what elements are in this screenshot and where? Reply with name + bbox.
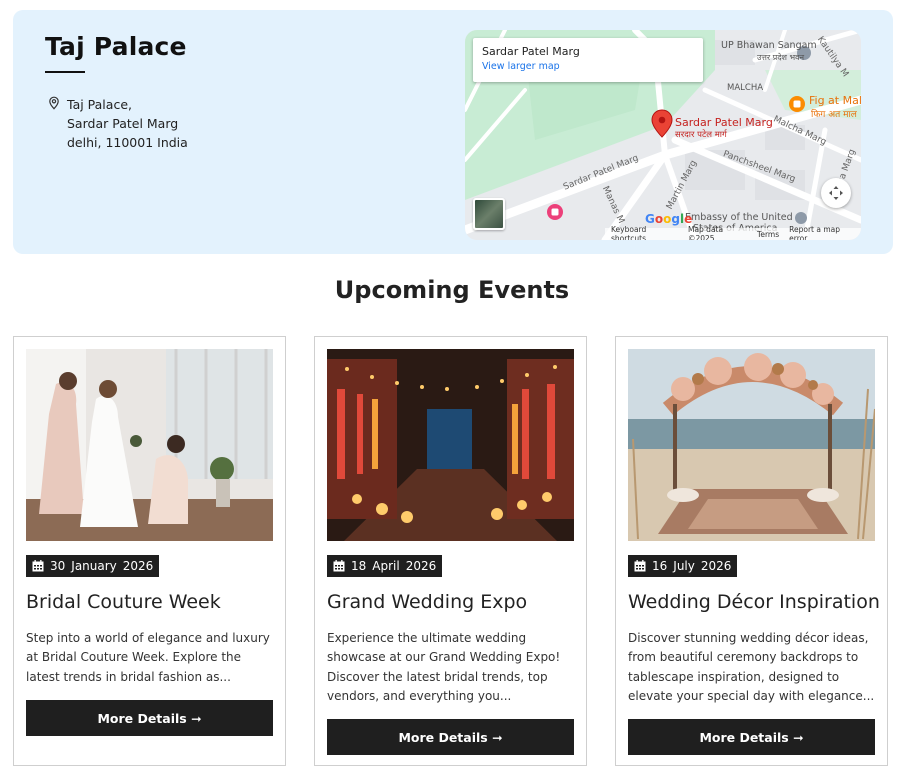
- event-description: Step into a world of elegance and luxury…: [26, 631, 270, 684]
- event-image[interactable]: [628, 349, 875, 541]
- address-line: delhi, 110001 India: [67, 135, 188, 150]
- event-title[interactable]: Wedding Décor Inspiration: [628, 591, 880, 613]
- map-place-title: Sardar Patel Marg: [482, 45, 580, 58]
- map-label: MALCHA: [727, 83, 764, 93]
- event-day: 16: [652, 559, 668, 573]
- calendar-icon: [634, 560, 646, 572]
- event-card: 16 July 2026 Wedding Décor Inspiration D…: [615, 336, 888, 766]
- event-month: January: [71, 559, 117, 573]
- event-description: Experience the ultimate wedding showcase…: [327, 631, 561, 703]
- address-line: Sardar Patel Marg: [67, 116, 179, 131]
- event-day: 18: [351, 559, 367, 573]
- calendar-icon: [333, 560, 345, 572]
- map-label: Sardar Patel Marg: [675, 116, 773, 129]
- google-logo: Google: [645, 212, 693, 226]
- map-pin-icon: [49, 96, 59, 110]
- venue-title: Taj Palace: [45, 32, 187, 61]
- map-label: Fig at Mal: [809, 94, 861, 107]
- keyboard-shortcuts-link[interactable]: Keyboard shortcuts: [611, 225, 678, 240]
- map-label: उत्तर प्रदेश भवन: [757, 53, 805, 62]
- venue-address: Taj Palace, Sardar Patel Marg delhi, 110…: [67, 95, 188, 152]
- event-card: 18 April 2026 Grand Wedding Expo Experie…: [314, 336, 587, 766]
- event-image[interactable]: [26, 349, 273, 541]
- map-data-text: Map data ©2025: [687, 225, 724, 240]
- map-footer: Keyboard shortcuts Map data ©2025 Terms …: [605, 225, 861, 240]
- event-title[interactable]: Bridal Couture Week: [26, 591, 221, 613]
- satellite-toggle[interactable]: [473, 198, 505, 230]
- event-title[interactable]: Grand Wedding Expo: [327, 591, 527, 613]
- terms-link[interactable]: Terms: [757, 230, 779, 239]
- calendar-icon: [32, 560, 44, 572]
- event-day: 30: [50, 559, 66, 573]
- event-month: July: [673, 559, 695, 573]
- map-label: UP Bhawan Sangam: [721, 40, 817, 51]
- map-label: Embassy of the United: [685, 212, 793, 223]
- expand-icon: [829, 186, 843, 200]
- event-month: April: [372, 559, 400, 573]
- venue-panel: Taj Palace Taj Palace, Sardar Patel Marg…: [13, 10, 893, 254]
- event-date-badge: 18 April 2026: [327, 555, 443, 577]
- report-error-link[interactable]: Report a map error: [789, 225, 855, 240]
- map-label: सरदार पटेल मार्ग: [675, 130, 727, 140]
- more-details-button[interactable]: More Details ➞: [327, 719, 574, 755]
- event-image[interactable]: [327, 349, 574, 541]
- event-year: 2026: [405, 559, 437, 573]
- title-divider: [45, 71, 85, 73]
- more-details-button[interactable]: More Details ➞: [628, 719, 875, 755]
- map-info-card: Sardar Patel Marg View larger map: [473, 38, 703, 82]
- event-date-badge: 30 January 2026: [26, 555, 160, 577]
- event-date-badge: 16 July 2026: [628, 555, 738, 577]
- event-card: 30 January 2026 Bridal Couture Week Step…: [13, 336, 286, 766]
- fullscreen-button[interactable]: [821, 178, 851, 208]
- map-label: फिग अत माल: [811, 110, 857, 120]
- view-larger-map-link[interactable]: View larger map: [482, 61, 694, 72]
- event-year: 2026: [122, 559, 154, 573]
- event-description: Discover stunning wedding décor ideas, f…: [628, 631, 875, 703]
- event-year: 2026: [700, 559, 732, 573]
- section-heading: Upcoming Events: [334, 276, 570, 304]
- embedded-map[interactable]: Sardar Patel Marg View larger map UP Bha…: [465, 30, 861, 240]
- more-details-button[interactable]: More Details ➞: [26, 700, 273, 736]
- address-line: Taj Palace,: [67, 97, 132, 112]
